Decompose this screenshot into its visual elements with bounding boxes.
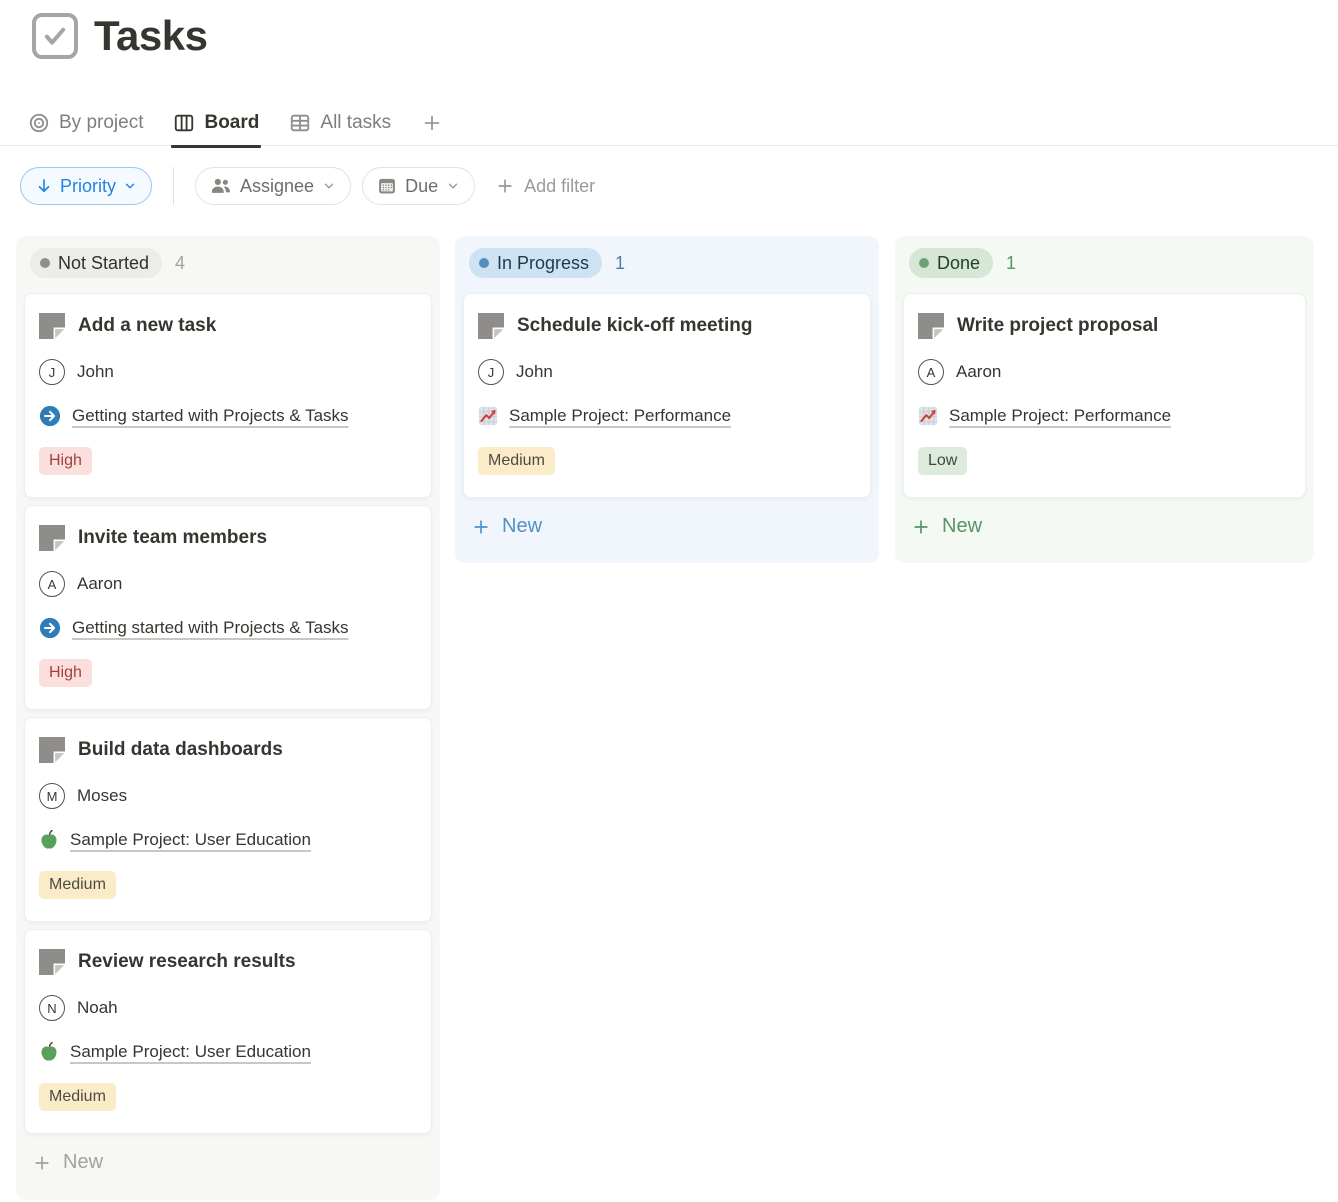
project-row: Sample Project: User Education: [39, 827, 417, 853]
assignee-row: M Moses: [39, 782, 417, 810]
apple-icon: [39, 1041, 59, 1063]
page-icon: [918, 313, 944, 339]
page-icon: [39, 737, 65, 763]
page-icon: [478, 313, 504, 339]
task-card[interactable]: Schedule kick-off meeting J John Sample …: [463, 293, 871, 498]
apple-icon: [39, 829, 59, 851]
project-row: Sample Project: Performance: [478, 403, 856, 429]
column-header: Not Started 4: [24, 248, 432, 278]
assignee-name: Aaron: [77, 574, 122, 594]
column-count: 4: [175, 253, 185, 274]
card-title: Build data dashboards: [78, 739, 283, 761]
column-status-pill[interactable]: Done: [909, 248, 993, 278]
avatar: N: [39, 995, 65, 1021]
project-link[interactable]: Getting started with Projects & Tasks: [72, 618, 349, 638]
card-title-row: Add a new task: [39, 311, 417, 341]
status-dot-icon: [479, 258, 489, 268]
new-card-label: New: [502, 515, 542, 538]
project-link[interactable]: Getting started with Projects & Tasks: [72, 406, 349, 426]
task-card[interactable]: Write project proposal A Aaron Sample Pr…: [903, 293, 1306, 498]
column-header: Done 1: [903, 248, 1306, 278]
project-row: Sample Project: Performance: [918, 403, 1291, 429]
card-title: Add a new task: [78, 315, 216, 337]
column-status-pill[interactable]: In Progress: [469, 248, 602, 278]
assignee-row: N Noah: [39, 994, 417, 1022]
new-card-button[interactable]: New: [463, 505, 871, 548]
chart-icon: [918, 406, 938, 426]
chart-icon: [478, 406, 498, 426]
column-cards: Add a new task J John Getting started wi…: [24, 293, 432, 1134]
page-icon: [39, 313, 65, 339]
column-count: 1: [615, 253, 625, 274]
avatar: J: [39, 359, 65, 385]
task-card[interactable]: Add a new task J John Getting started wi…: [24, 293, 432, 498]
status-label: In Progress: [497, 253, 589, 274]
assignee-row: J John: [478, 358, 856, 386]
plus-icon: [471, 517, 491, 537]
project-link[interactable]: Sample Project: User Education: [70, 1042, 311, 1062]
card-title: Write project proposal: [957, 315, 1158, 337]
assignee-row: J John: [39, 358, 417, 386]
arrow-circle-icon: [39, 617, 61, 639]
project-link[interactable]: Sample Project: Performance: [949, 406, 1171, 426]
status-label: Done: [937, 253, 980, 274]
page-icon: [39, 525, 65, 551]
plus-icon: [911, 517, 931, 537]
assignee-name: Moses: [77, 786, 127, 806]
priority-badge: Medium: [39, 1083, 116, 1111]
column-cards: Write project proposal A Aaron Sample Pr…: [903, 293, 1306, 498]
card-title-row: Write project proposal: [918, 311, 1291, 341]
arrow-circle-icon: [39, 405, 61, 427]
card-title-row: Build data dashboards: [39, 735, 417, 765]
plus-icon: [32, 1153, 52, 1173]
column-status-pill[interactable]: Not Started: [30, 248, 162, 278]
card-title-row: Schedule kick-off meeting: [478, 311, 856, 341]
assignee-name: John: [516, 362, 553, 382]
column-count: 1: [1006, 253, 1016, 274]
priority-badge: High: [39, 659, 92, 687]
board-column-done: Done 1 Write project proposal A Aaron Sa…: [895, 236, 1314, 563]
board-column-in-progress: In Progress 1 Schedule kick-off meeting …: [455, 236, 879, 563]
avatar: A: [918, 359, 944, 385]
assignee-name: John: [77, 362, 114, 382]
card-title-row: Invite team members: [39, 523, 417, 553]
new-card-button[interactable]: New: [903, 505, 1306, 548]
assignee-row: A Aaron: [918, 358, 1291, 386]
project-link[interactable]: Sample Project: Performance: [509, 406, 731, 426]
tasks-board-page: Tasks By project Board All tasks: [0, 0, 1338, 1202]
priority-badge: Low: [918, 447, 967, 475]
assignee-row: A Aaron: [39, 570, 417, 598]
priority-badge: High: [39, 447, 92, 475]
status-dot-icon: [919, 258, 929, 268]
project-row: Getting started with Projects & Tasks: [39, 403, 417, 429]
board-column-not-started: Not Started 4 Add a new task J John Gett…: [16, 236, 440, 1200]
task-card[interactable]: Invite team members A Aaron Getting star…: [24, 505, 432, 710]
avatar: A: [39, 571, 65, 597]
avatar: M: [39, 783, 65, 809]
task-card[interactable]: Review research results N Noah Sample Pr…: [24, 929, 432, 1134]
card-title: Invite team members: [78, 527, 267, 549]
new-card-label: New: [942, 515, 982, 538]
board: Not Started 4 Add a new task J John Gett…: [0, 0, 1338, 1202]
status-dot-icon: [40, 258, 50, 268]
new-card-label: New: [63, 1151, 103, 1174]
priority-badge: Medium: [39, 871, 116, 899]
avatar: J: [478, 359, 504, 385]
assignee-name: Aaron: [956, 362, 1001, 382]
assignee-name: Noah: [77, 998, 118, 1018]
column-header: In Progress 1: [463, 248, 871, 278]
status-label: Not Started: [58, 253, 149, 274]
card-title-row: Review research results: [39, 947, 417, 977]
card-title: Schedule kick-off meeting: [517, 315, 752, 337]
card-title: Review research results: [78, 951, 296, 973]
project-row: Getting started with Projects & Tasks: [39, 615, 417, 641]
project-row: Sample Project: User Education: [39, 1039, 417, 1065]
page-icon: [39, 949, 65, 975]
column-cards: Schedule kick-off meeting J John Sample …: [463, 293, 871, 498]
new-card-button[interactable]: New: [24, 1141, 432, 1184]
priority-badge: Medium: [478, 447, 555, 475]
task-card[interactable]: Build data dashboards M Moses Sample Pro…: [24, 717, 432, 922]
project-link[interactable]: Sample Project: User Education: [70, 830, 311, 850]
